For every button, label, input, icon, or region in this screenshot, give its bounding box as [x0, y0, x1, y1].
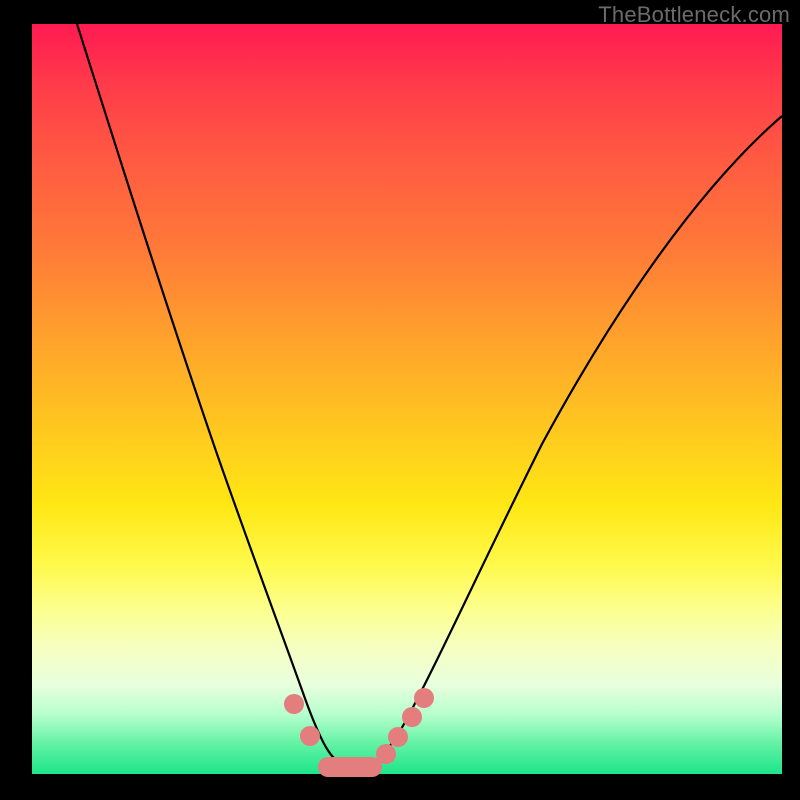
left-upper-dot	[284, 694, 304, 714]
right-dot-1	[376, 744, 396, 764]
right-dot-4	[414, 688, 434, 708]
right-dot-3	[402, 707, 422, 727]
watermark-text: TheBottleneck.com	[598, 2, 790, 28]
plot-area	[32, 24, 782, 774]
left-lower-dot	[300, 726, 320, 746]
bottleneck-curve	[32, 24, 782, 774]
curve-path	[77, 24, 782, 769]
chart-frame: TheBottleneck.com	[0, 0, 800, 800]
right-dot-2	[388, 727, 408, 747]
